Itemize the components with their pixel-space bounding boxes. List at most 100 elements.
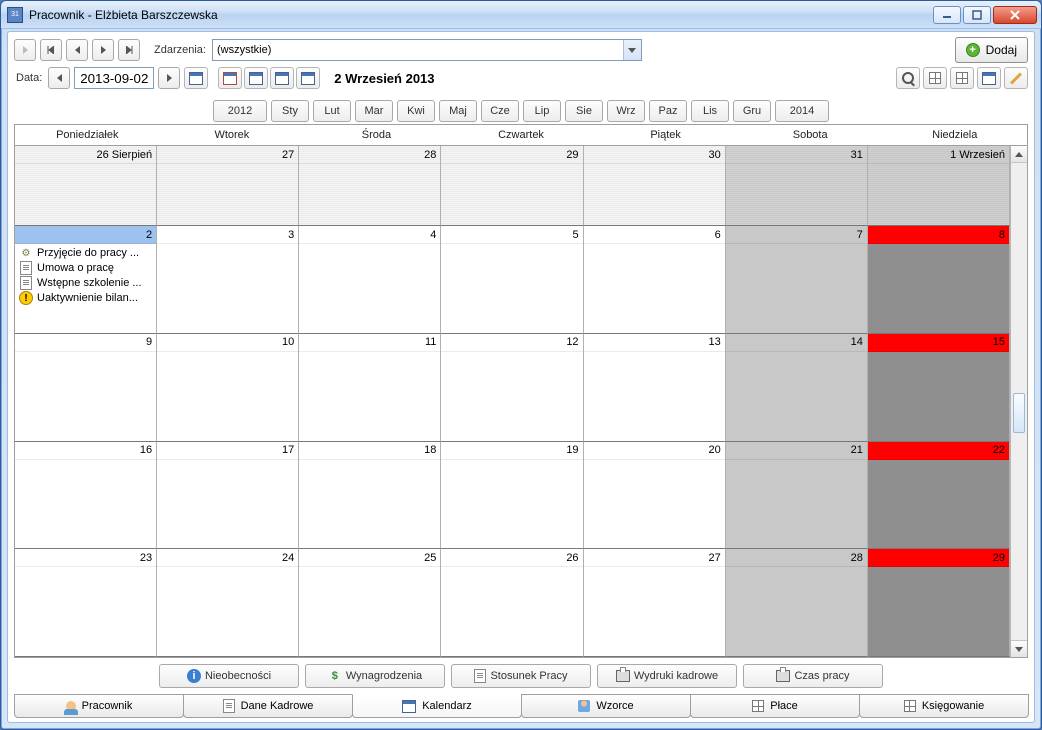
date-prev-button[interactable] — [48, 67, 70, 89]
calendar-event[interactable]: !Uaktywnienie bilan... — [17, 291, 154, 305]
tab-pracownik[interactable]: Pracownik — [14, 694, 184, 718]
view-week-button[interactable] — [270, 67, 294, 89]
calendar-day-cell[interactable]: 10 — [157, 334, 299, 442]
calendar-day-cell[interactable]: 21 — [726, 442, 868, 550]
action-czas-pracy[interactable]: Czas pracy — [743, 664, 883, 688]
tab-label: Pracownik — [82, 700, 133, 712]
view-day-button[interactable] — [218, 67, 242, 89]
calendar-day-cell[interactable]: 30 — [584, 146, 726, 226]
month-maj[interactable]: Maj — [439, 100, 477, 122]
month-cze[interactable]: Cze — [481, 100, 519, 122]
action-wydruki-kadrowe[interactable]: Wydruki kadrowe — [597, 664, 737, 688]
day-number: 5 — [441, 226, 582, 244]
calendar-day-cell[interactable]: 27 — [584, 549, 726, 657]
next-year-button[interactable]: 2014 — [775, 100, 829, 122]
calendar-icon — [189, 72, 203, 85]
calendar-day-cell[interactable]: 2 ⚙Przyjęcie do pracy ...Umowa o pracęWst… — [15, 226, 157, 334]
day-number: 24 — [157, 549, 298, 567]
action-stosunek-pracy[interactable]: Stosunek Pracy — [451, 664, 591, 688]
calendar-day-cell[interactable]: 12 — [441, 334, 583, 442]
action-wynagrodzenia[interactable]: $Wynagrodzenia — [305, 664, 445, 688]
minimize-button[interactable] — [933, 6, 961, 24]
calendar-day-cell[interactable]: 11 — [299, 334, 441, 442]
nav-last-button[interactable] — [118, 39, 140, 61]
close-button[interactable] — [993, 6, 1037, 24]
tab-dane-kadrowe[interactable]: Dane Kadrowe — [183, 694, 353, 718]
calendar-day-cell[interactable]: 9 — [15, 334, 157, 442]
month-lut[interactable]: Lut — [313, 100, 351, 122]
date-picker-button[interactable] — [184, 67, 208, 89]
calendar-event[interactable]: Wstępne szkolenie ... — [17, 276, 154, 290]
edit-button[interactable] — [1004, 67, 1028, 89]
month-wrz[interactable]: Wrz — [607, 100, 645, 122]
calendar-day-cell[interactable]: 17 — [157, 442, 299, 550]
tab-place[interactable]: Płace — [690, 694, 860, 718]
money-icon: $ — [328, 669, 342, 683]
calendar-day-cell[interactable]: 3 — [157, 226, 299, 334]
day-number: 2 — [15, 226, 156, 244]
calendar-day-cell[interactable]: 23 — [15, 549, 157, 657]
calendar-day-cell[interactable]: 24 — [157, 549, 299, 657]
maximize-button[interactable] — [963, 6, 991, 24]
calendar-event[interactable]: ⚙Przyjęcie do pracy ... — [17, 246, 154, 260]
calendar-day-cell[interactable]: 1 Wrzesień — [868, 146, 1010, 226]
view-month-button[interactable] — [296, 67, 320, 89]
month-sie[interactable]: Sie — [565, 100, 603, 122]
tab-kalendarz[interactable]: Kalendarz — [352, 694, 522, 718]
calendar-day-cell[interactable]: 18 — [299, 442, 441, 550]
nav-prev-button[interactable] — [66, 39, 88, 61]
calendar-day-cell[interactable]: 14 — [726, 334, 868, 442]
calendar-day-cell[interactable]: 16 — [15, 442, 157, 550]
calendar-day-cell[interactable]: 20 — [584, 442, 726, 550]
month-lis[interactable]: Lis — [691, 100, 729, 122]
calendar-day-cell[interactable]: 26 Sierpień — [15, 146, 157, 226]
calendar-day-cell[interactable]: 31 — [726, 146, 868, 226]
calendar-event[interactable]: Umowa o pracę — [17, 261, 154, 275]
tab-wzorce[interactable]: Wzorce — [521, 694, 691, 718]
prev-year-button[interactable]: 2012 — [213, 100, 267, 122]
month-paz[interactable]: Paz — [649, 100, 687, 122]
scroll-up-button[interactable] — [1011, 146, 1027, 163]
calendar-day-cell[interactable]: 7 — [726, 226, 868, 334]
calendar-day-cell[interactable]: 4 — [299, 226, 441, 334]
calendar-day-cell[interactable]: 28 — [299, 146, 441, 226]
scroll-thumb[interactable] — [1013, 393, 1025, 433]
month-kwi[interactable]: Kwi — [397, 100, 435, 122]
view-workweek-button[interactable] — [244, 67, 268, 89]
calendar-day-cell[interactable]: 27 — [157, 146, 299, 226]
month-mar[interactable]: Mar — [355, 100, 393, 122]
calendar-day-cell[interactable]: 25 — [299, 549, 441, 657]
tool-button-3[interactable] — [977, 67, 1001, 89]
events-filter-combo[interactable]: (wszystkie) — [212, 39, 642, 61]
nav-play-button[interactable] — [14, 39, 36, 61]
calendar-day-cell[interactable]: 29 — [441, 146, 583, 226]
action-nieobecnosci[interactable]: iNieobecności — [159, 664, 299, 688]
month-lip[interactable]: Lip — [523, 100, 561, 122]
calendar-day-cell[interactable]: 5 — [441, 226, 583, 334]
titlebar: Pracownik - Elżbieta Barszczewska — [1, 1, 1041, 29]
date-next-button[interactable] — [158, 67, 180, 89]
date-input[interactable] — [74, 67, 154, 89]
month-gru[interactable]: Gru — [733, 100, 771, 122]
tool-button-1[interactable] — [923, 67, 947, 89]
tab-ksiegowanie[interactable]: Księgowanie — [859, 694, 1029, 718]
calendar-day-cell[interactable]: 15 — [868, 334, 1010, 442]
nav-first-button[interactable] — [40, 39, 62, 61]
add-button[interactable]: + Dodaj — [955, 37, 1028, 63]
calendar-day-cell[interactable]: 22 — [868, 442, 1010, 550]
tool-button-2[interactable] — [950, 67, 974, 89]
search-button[interactable] — [896, 67, 920, 89]
calendar-scrollbar[interactable] — [1010, 146, 1027, 657]
calendar-day-cell[interactable]: 6 — [584, 226, 726, 334]
calendar-day-cell[interactable]: 28 — [726, 549, 868, 657]
calendar-day-cell[interactable]: 8 — [868, 226, 1010, 334]
scroll-track[interactable] — [1011, 163, 1027, 640]
month-sty[interactable]: Sty — [271, 100, 309, 122]
calendar-day-cell[interactable]: 26 — [441, 549, 583, 657]
calendar-day-cell[interactable]: 13 — [584, 334, 726, 442]
calendar-day-cell[interactable]: 19 — [441, 442, 583, 550]
day-number: 1 Wrzesień — [868, 146, 1009, 164]
calendar-day-cell[interactable]: 29 — [868, 549, 1010, 657]
scroll-down-button[interactable] — [1011, 640, 1027, 657]
nav-next-button[interactable] — [92, 39, 114, 61]
